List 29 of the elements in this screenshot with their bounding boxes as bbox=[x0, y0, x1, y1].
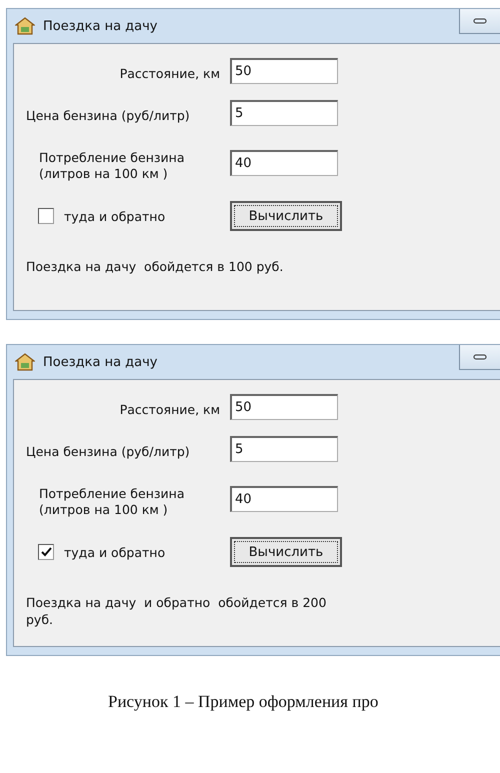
input-field[interactable]: 5 bbox=[230, 100, 338, 126]
field-label: Потребление бензина (литров на 100 км ) bbox=[39, 486, 184, 518]
field-label: Расстояние, км bbox=[120, 401, 220, 418]
field-label: Цена бензина (руб/литр) bbox=[26, 107, 190, 124]
checkbox-label: туда и обратно bbox=[64, 208, 166, 224]
house-icon bbox=[15, 353, 35, 371]
result-text: Поездка на дачу обойдется в 100 руб. bbox=[25, 259, 284, 276]
calculate-button[interactable]: Вычислить bbox=[230, 537, 342, 568]
input-field[interactable]: 5 bbox=[230, 436, 338, 462]
input-field[interactable]: 50 bbox=[230, 394, 338, 420]
field-label: Цена бензина (руб/литр) bbox=[26, 443, 190, 460]
window-title: Поездка на дачу bbox=[43, 18, 158, 34]
minimize-icon bbox=[473, 354, 487, 360]
minimize-button[interactable] bbox=[459, 345, 500, 370]
result-text: Поездка на дачу и обратно обойдется в 200 руб. bbox=[25, 595, 328, 628]
checkbox[interactable] bbox=[38, 208, 54, 224]
input-field[interactable]: 40 bbox=[230, 150, 338, 176]
field-label: Потребление бензина (литров на 100 км ) bbox=[39, 150, 184, 182]
input-field[interactable]: 50 bbox=[230, 58, 338, 84]
checkbox-label: туда и обратно bbox=[64, 544, 166, 560]
window-title: Поездка на дачу bbox=[43, 354, 158, 370]
input-field[interactable]: 40 bbox=[230, 486, 338, 512]
calculate-button[interactable]: Вычислить bbox=[230, 201, 342, 232]
checkbox[interactable] bbox=[38, 544, 54, 560]
minimize-icon bbox=[473, 18, 487, 24]
figure-caption: Рисунок 1 – Пример оформления про bbox=[108, 692, 380, 712]
house-icon bbox=[15, 17, 35, 35]
minimize-button[interactable] bbox=[459, 9, 500, 34]
field-label: Расстояние, км bbox=[120, 65, 220, 82]
